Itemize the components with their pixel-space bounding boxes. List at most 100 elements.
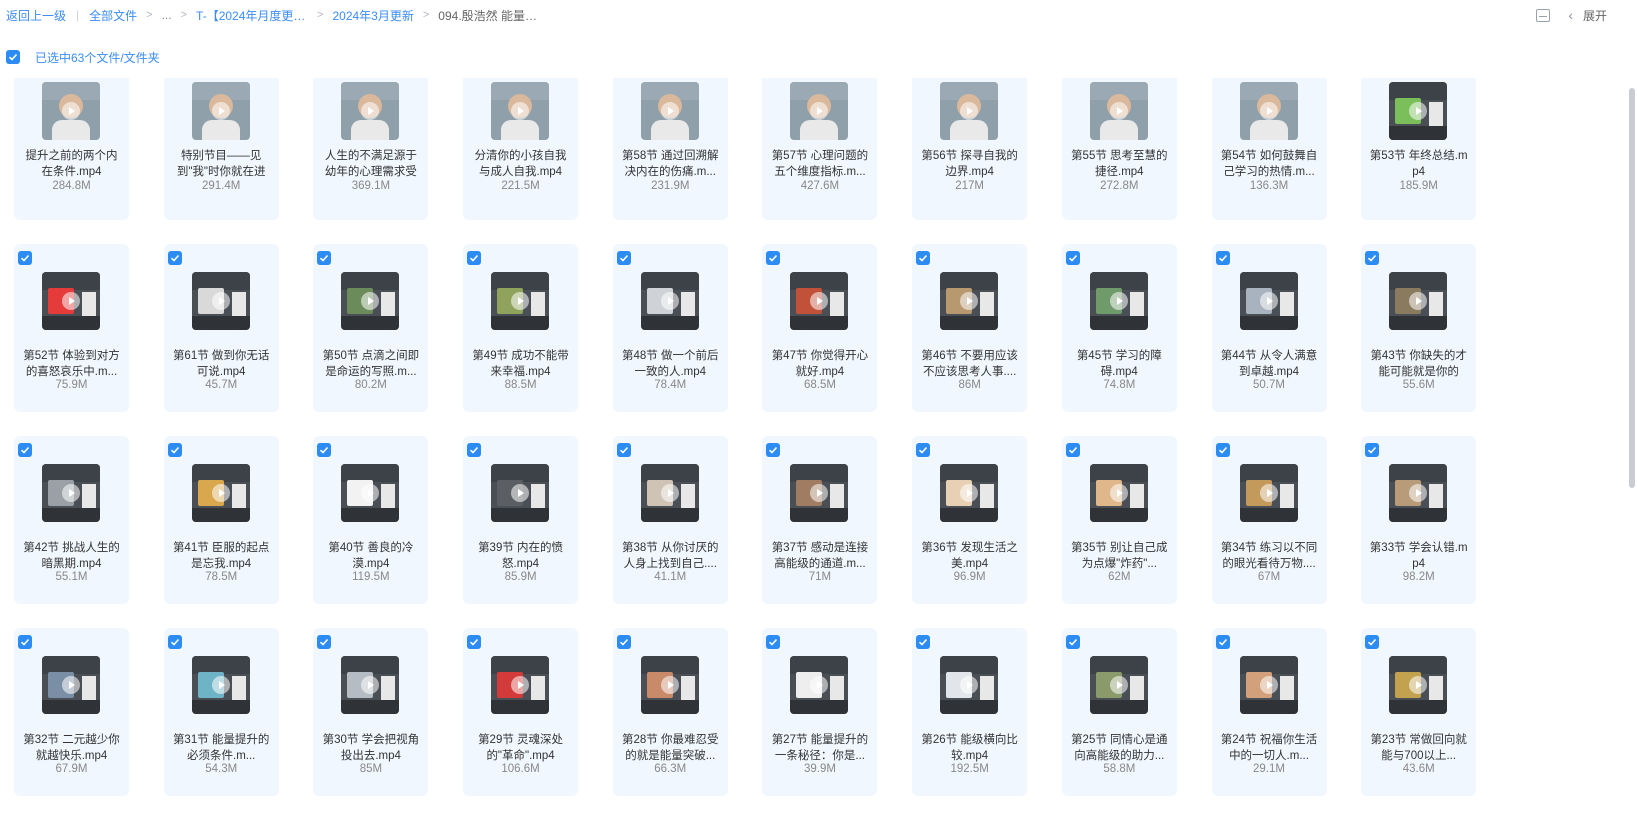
file-tile[interactable]: 特别节目——见到"我"时你就在进步 291.4M [163,78,279,220]
file-checkbox[interactable] [1065,251,1080,265]
file-tile[interactable]: 第50节 点滴之间即是命运的写照.m... 80.2M [313,244,429,412]
breadcrumb-ellipsis[interactable]: ... [162,8,172,22]
file-checkbox[interactable] [317,443,332,457]
file-tile[interactable]: 第28节 你最难忍受的就是能量突破... 66.3M [612,628,728,796]
file-tile[interactable]: 第26节 能级横向比较.mp4 192.5M [912,628,1028,796]
video-thumbnail [42,272,100,330]
video-thumbnail [940,464,999,522]
file-checkbox[interactable] [766,251,781,265]
file-tile[interactable]: 第35节 别让自己成为点爆"炸药"... 62M [1061,436,1177,604]
file-checkbox[interactable] [317,635,332,649]
file-checkbox[interactable] [18,443,32,457]
file-tile[interactable]: 第48节 做一个前后一致的人.mp4 78.4M [612,244,728,412]
file-tile[interactable]: 第30节 学会把视角投出去.mp4 85M [313,628,429,796]
file-name: 第56节 探寻自我的边界.mp4 [921,150,1018,178]
play-icon [810,484,829,502]
file-checkbox[interactable] [1365,443,1380,457]
list-view-icon[interactable] [1536,8,1551,22]
file-tile[interactable]: 第58节 通过回溯解决内在的伤痛.m... 231.9M [612,78,728,220]
file-tile[interactable]: 第40节 善良的冷漠.mp4 119.5M [313,436,429,604]
file-tile[interactable]: 第49节 成功不能带来幸福.mp4 88.5M [463,244,579,412]
file-tile[interactable]: 第44节 从令人满意到卓越.mp4 50.7M [1211,244,1327,412]
file-checkbox[interactable] [167,251,182,265]
breadcrumb-all-files[interactable]: 全部文件 [89,7,137,24]
file-tile[interactable]: 人生的不满足源于幼年的心理需求受 369.1M [313,78,429,220]
breadcrumb-separator-icon: > [317,9,324,21]
scrollbar[interactable] [1629,88,1635,488]
file-tile[interactable]: 第52节 体验到对方的喜怒哀乐中.m... 75.9M [14,244,129,412]
file-tile[interactable]: 第61节 做到你无话可说.mp4 45.7M [163,244,279,412]
file-tile[interactable]: 第42节 挑战人生的暗黑期.mp4 55.1M [14,436,129,604]
file-tile[interactable]: 第24节 祝福你生活中的一切人.m... 29.1M [1211,628,1327,796]
file-checkbox[interactable] [916,443,931,457]
file-checkbox[interactable] [616,635,631,649]
file-checkbox[interactable] [916,635,931,649]
check-icon [20,638,30,646]
file-checkbox[interactable] [467,251,482,265]
file-tile[interactable]: 提升之前的两个内在条件.mp4 284.8M [14,78,129,220]
file-tile[interactable]: 第57节 心理问题的五个维度指标.m... 427.6M [762,78,878,220]
file-checkbox[interactable] [1215,251,1230,265]
back-link[interactable]: 返回上一级 [6,7,66,24]
file-checkbox[interactable] [1065,443,1080,457]
file-tile[interactable]: 第23节 常做回向就能与700以上... 43.6M [1361,628,1477,796]
file-checkbox[interactable] [467,635,482,649]
file-checkbox[interactable] [916,251,931,265]
file-tile[interactable]: 第27节 能量提升的一条秘径：你是... 39.9M [762,628,878,796]
check-icon [470,446,479,454]
file-checkbox[interactable] [1215,443,1230,457]
file-size: 106.6M [501,763,540,775]
file-checkbox[interactable] [766,635,781,649]
file-tile[interactable]: 第36节 发现生活之美.mp4 96.9M [912,436,1028,604]
check-icon [1068,254,1077,262]
file-tile[interactable]: 第53节 年终总结.mp4 185.9M [1361,78,1477,220]
video-thumbnail [1389,464,1448,522]
check-icon [8,53,18,61]
file-tile[interactable]: 第46节 不要用应该不应该思考人事.... 86M [912,244,1028,412]
play-icon [1259,676,1278,694]
play-icon [211,102,230,120]
file-checkbox[interactable] [1215,635,1230,649]
file-checkbox[interactable] [616,251,631,265]
file-tile[interactable]: 第25节 同情心是通向高能级的助力... 58.8M [1061,628,1177,796]
file-checkbox[interactable] [467,443,482,457]
check-icon [1218,446,1227,454]
play-icon [1259,484,1278,502]
check-icon [769,254,778,262]
file-tile[interactable]: 第33节 学会认错.mp4 98.2M [1361,436,1477,604]
file-tile[interactable]: 第29节 灵魂深处的"革命".mp4 106.6M [463,628,579,796]
file-size: 192.5M [950,763,989,775]
file-checkbox[interactable] [167,443,182,457]
chevron-left-icon[interactable]: ‹ [1568,7,1573,23]
file-checkbox[interactable] [1365,251,1380,265]
file-checkbox[interactable] [766,443,781,457]
file-tile[interactable]: 第45节 学习的障碍.mp4 74.8M [1061,244,1177,412]
select-all-checkbox[interactable] [6,50,20,64]
file-tile[interactable]: 第31节 能量提升的必须条件.m... 54.3M [163,628,279,796]
file-checkbox[interactable] [18,635,32,649]
check-icon [769,638,778,646]
file-tile[interactable]: 第56节 探寻自我的边界.mp4 217M [912,78,1028,220]
file-tile[interactable]: 第38节 从你讨厌的人身上找到自己.... 41.1M [612,436,728,604]
file-checkbox[interactable] [167,635,182,649]
file-tile[interactable]: 第39节 内在的愤怒.mp4 85.9M [463,436,579,604]
person-shirt [501,120,540,140]
file-tile[interactable]: 第47节 你觉得开心就好.mp4 68.5M [762,244,878,412]
file-checkbox[interactable] [1365,635,1380,649]
file-tile[interactable]: 第54节 如何鼓舞自己学习的热情.m... 136.3M [1211,78,1327,220]
file-tile[interactable]: 第41节 臣服的起点是忘我.mp4 78.5M [163,436,279,604]
file-tile[interactable]: 第43节 你缺失的才能可能就是你的 55.6M [1361,244,1477,412]
file-checkbox[interactable] [1065,635,1080,649]
file-checkbox[interactable] [317,251,332,265]
file-tile[interactable]: 第32节 二元越少你就越快乐.mp4 67.9M [14,628,129,796]
file-name: 第34节 练习以不同的眼光看待万物.... [1220,542,1318,570]
file-tile[interactable]: 第34节 练习以不同的眼光看待万物.... 67M [1211,436,1327,604]
file-checkbox[interactable] [616,443,631,457]
file-tile[interactable]: 第55节 思考至慧的捷径.mp4 272.8M [1061,78,1177,220]
expand-button[interactable]: 展开 [1583,7,1607,24]
breadcrumb-level2[interactable]: 2024年3月更新 [332,7,413,24]
file-tile[interactable]: 第37节 感动是连接高能级的通道.m... 71M [762,436,878,604]
file-checkbox[interactable] [18,251,32,265]
breadcrumb-level1[interactable]: T-【2024年月度更新】 [196,7,308,24]
file-tile[interactable]: 分清你的小孩自我与成人自我.mp4 221.5M [463,78,579,220]
